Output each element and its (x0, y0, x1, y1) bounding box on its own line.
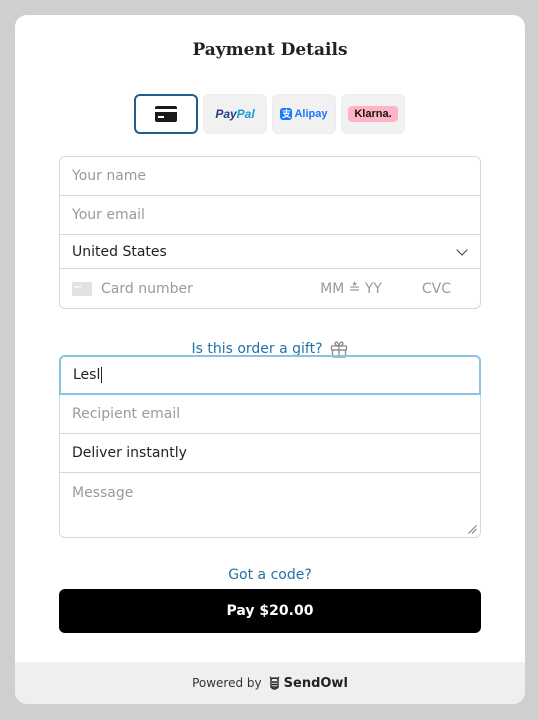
resize-handle-icon[interactable] (468, 525, 477, 534)
pay-button[interactable]: Pay $20.00 (59, 589, 481, 633)
payment-card: Payment Details PayPal 支 Alipay Klarna. … (15, 15, 525, 704)
alipay-icon: 支 (280, 108, 293, 120)
recipient-name-field[interactable]: Lesl (59, 355, 481, 395)
message-field[interactable]: Message (60, 473, 480, 537)
payment-method-tabs: PayPal 支 Alipay Klarna. (134, 94, 405, 134)
country-select[interactable]: United States (60, 235, 480, 269)
footer: Powered by SendOwl (15, 662, 525, 704)
tab-paypal[interactable]: PayPal (203, 94, 267, 134)
tab-card[interactable] (134, 94, 198, 134)
card-number-field[interactable]: Card number MM ≛ YY CVC (60, 269, 480, 308)
recipient-email-field[interactable]: Recipient email (60, 395, 480, 434)
name-field[interactable]: Your name (60, 157, 480, 196)
gift-fields: Lesl Recipient email Deliver instantly M… (59, 355, 481, 538)
tab-klarna[interactable]: Klarna. (341, 94, 405, 134)
got-a-code-link[interactable]: Got a code? (15, 567, 525, 583)
chevron-down-icon (456, 243, 468, 256)
expiry-field[interactable]: MM ≛ YY (320, 281, 382, 297)
billing-fields: Your name Your email United States Card … (59, 156, 481, 309)
owl-icon (269, 676, 280, 690)
delivery-select[interactable]: Deliver instantly (60, 434, 480, 473)
sendowl-logo: SendOwl (268, 674, 348, 692)
card-icon (72, 281, 92, 296)
page-title: Payment Details (192, 40, 348, 60)
credit-card-icon (155, 106, 177, 122)
text-caret (101, 367, 103, 383)
cvc-field[interactable]: CVC (422, 281, 451, 297)
paypal-logo: PayPal (215, 107, 255, 121)
alipay-logo: 支 Alipay (280, 108, 328, 120)
klarna-logo: Klarna. (348, 106, 398, 122)
tab-alipay[interactable]: 支 Alipay (272, 94, 336, 134)
email-field[interactable]: Your email (60, 196, 480, 235)
